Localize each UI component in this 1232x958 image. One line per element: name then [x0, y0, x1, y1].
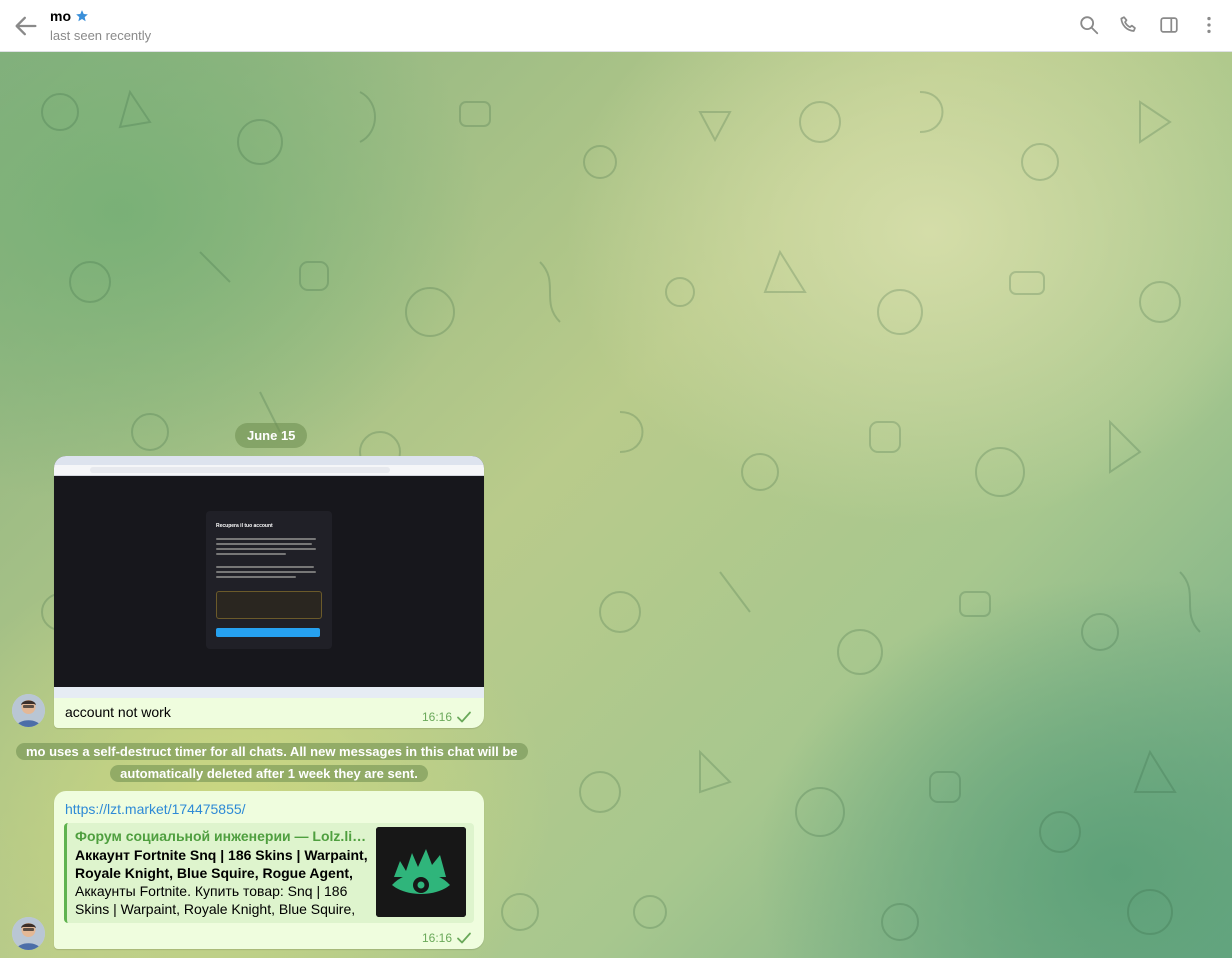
- more-vertical-icon[interactable]: [1198, 14, 1220, 36]
- link-preview[interactable]: Форум социальной инженерии — Lolz.live..…: [64, 823, 474, 923]
- photo-address-bar: [54, 465, 484, 476]
- link-preview-description: Аккаунты Fortnite. Купить товар: Snq | 1…: [75, 883, 356, 917]
- check-icon: [457, 932, 471, 944]
- check-icon: [457, 711, 471, 723]
- avatar[interactable]: [12, 917, 45, 950]
- service-message-text: mo uses a self-destruct timer for all ch…: [16, 743, 528, 782]
- link-message[interactable]: https://lzt.market/174475855/ Форум соци…: [54, 791, 484, 949]
- photo-attachment[interactable]: Recupera il tuo account: [54, 456, 484, 698]
- chat-title-row[interactable]: mo: [50, 8, 89, 24]
- phone-icon[interactable]: [1118, 14, 1140, 36]
- chat-header: mo last seen recently: [0, 0, 1232, 52]
- link-preview-site: Форум социальной инженерии — Lolz.live..…: [75, 828, 367, 844]
- chat-title: mo: [50, 8, 71, 24]
- photo-browser-tabs: [54, 456, 484, 465]
- photo-taskbar: [54, 687, 484, 698]
- message-link[interactable]: https://lzt.market/174475855/: [65, 801, 246, 817]
- chat-status: last seen recently: [50, 28, 152, 43]
- message-meta: 16:16: [422, 931, 472, 945]
- header-actions: [1078, 14, 1220, 36]
- link-preview-thumbnail: [376, 827, 466, 917]
- avatar-photo-icon: [12, 917, 45, 950]
- date-divider: June 15: [235, 423, 308, 448]
- sidebar-toggle-icon[interactable]: [1158, 14, 1180, 36]
- link-preview-title: Аккаунт Fortnite Snq | 186 Skins | Warpa…: [75, 847, 368, 881]
- photo-recovery-heading: Recupera il tuo account: [216, 523, 273, 529]
- message-meta: 16:16: [422, 710, 472, 724]
- avatar-photo-icon: [12, 694, 45, 727]
- photo-message[interactable]: Recupera il tuo account account not work…: [54, 456, 484, 728]
- eye-logo-icon: [376, 827, 466, 917]
- service-message: mo uses a self-destruct timer for all ch…: [16, 741, 528, 785]
- message-time: 16:16: [421, 710, 452, 724]
- avatar[interactable]: [12, 694, 45, 727]
- photo-recovery-card: Recupera il tuo account: [206, 511, 332, 649]
- message-text: account not work: [65, 704, 171, 720]
- star-icon: [76, 10, 88, 22]
- search-icon[interactable]: [1078, 14, 1100, 36]
- message-time: 16:16: [421, 931, 452, 945]
- back-arrow-icon[interactable]: [12, 12, 40, 40]
